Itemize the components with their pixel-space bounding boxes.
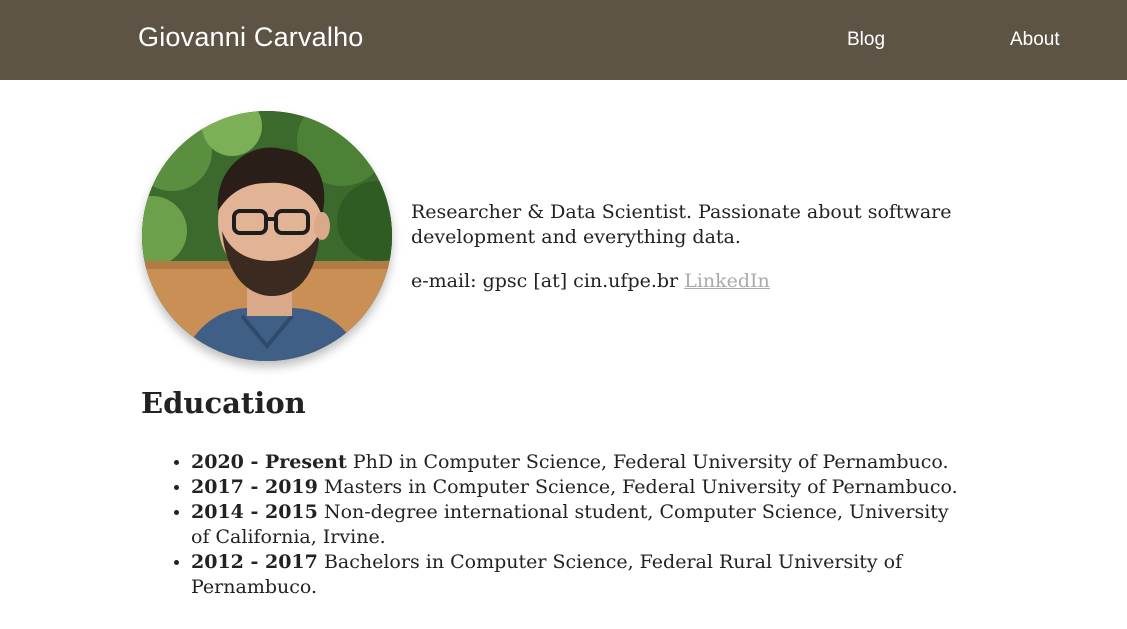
- education-description: PhD in Computer Science, Federal Univers…: [352, 451, 949, 473]
- profile-tagline: Researcher & Data Scientist. Passionate …: [411, 201, 952, 248]
- site-title-link[interactable]: Giovanni Carvalho: [138, 22, 364, 53]
- education-period: 2020 - Present: [191, 451, 347, 473]
- education-heading: Education: [141, 386, 306, 420]
- profile-photo: [142, 111, 392, 361]
- list-item: 2014 - 2015 Non-degree international stu…: [191, 500, 971, 550]
- list-item: 2012 - 2017 Bachelors in Computer Scienc…: [191, 550, 971, 600]
- contact-line: e-mail: gpsc [at] cin.ufpe.br LinkedIn: [411, 269, 971, 294]
- list-item: 2017 - 2019 Masters in Computer Science,…: [191, 475, 971, 500]
- education-description: Masters in Computer Science, Federal Uni…: [323, 476, 958, 498]
- top-navbar: Giovanni Carvalho Blog About: [0, 0, 1127, 80]
- education-list: 2020 - Present PhD in Computer Science, …: [191, 450, 971, 600]
- profile-bio: Researcher & Data Scientist. Passionate …: [411, 200, 971, 313]
- education-period: 2012 - 2017: [191, 551, 318, 573]
- nav-link-about[interactable]: About: [1010, 29, 1060, 51]
- email-text: e-mail: gpsc [at] cin.ufpe.br: [411, 270, 679, 292]
- list-item: 2020 - Present PhD in Computer Science, …: [191, 450, 971, 475]
- linkedin-link[interactable]: LinkedIn: [684, 270, 770, 292]
- education-period: 2014 - 2015: [191, 501, 318, 523]
- nav-link-blog[interactable]: Blog: [847, 29, 885, 51]
- education-period: 2017 - 2019: [191, 476, 318, 498]
- profile-photo-illustration: [142, 111, 392, 361]
